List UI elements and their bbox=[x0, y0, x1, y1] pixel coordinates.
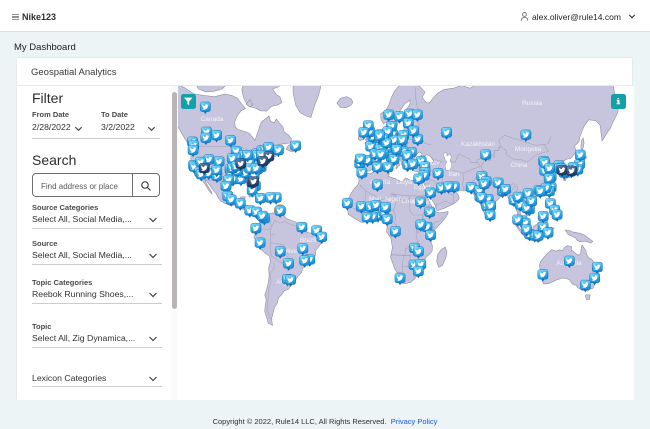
svg-text:Libya: Libya bbox=[396, 179, 412, 186]
svg-text:China: China bbox=[511, 162, 528, 169]
svg-text:Iran: Iran bbox=[448, 171, 460, 178]
svg-text:Russia: Russia bbox=[522, 100, 542, 107]
svg-text:Kazakhstan: Kazakhstan bbox=[461, 141, 495, 148]
svg-text:Mongolia: Mongolia bbox=[515, 146, 542, 153]
svg-text:Canada: Canada bbox=[201, 116, 224, 123]
svg-text:Niger: Niger bbox=[385, 196, 401, 203]
svg-text:Chad: Chad bbox=[401, 198, 417, 205]
svg-text:Brazil: Brazil bbox=[300, 237, 317, 244]
